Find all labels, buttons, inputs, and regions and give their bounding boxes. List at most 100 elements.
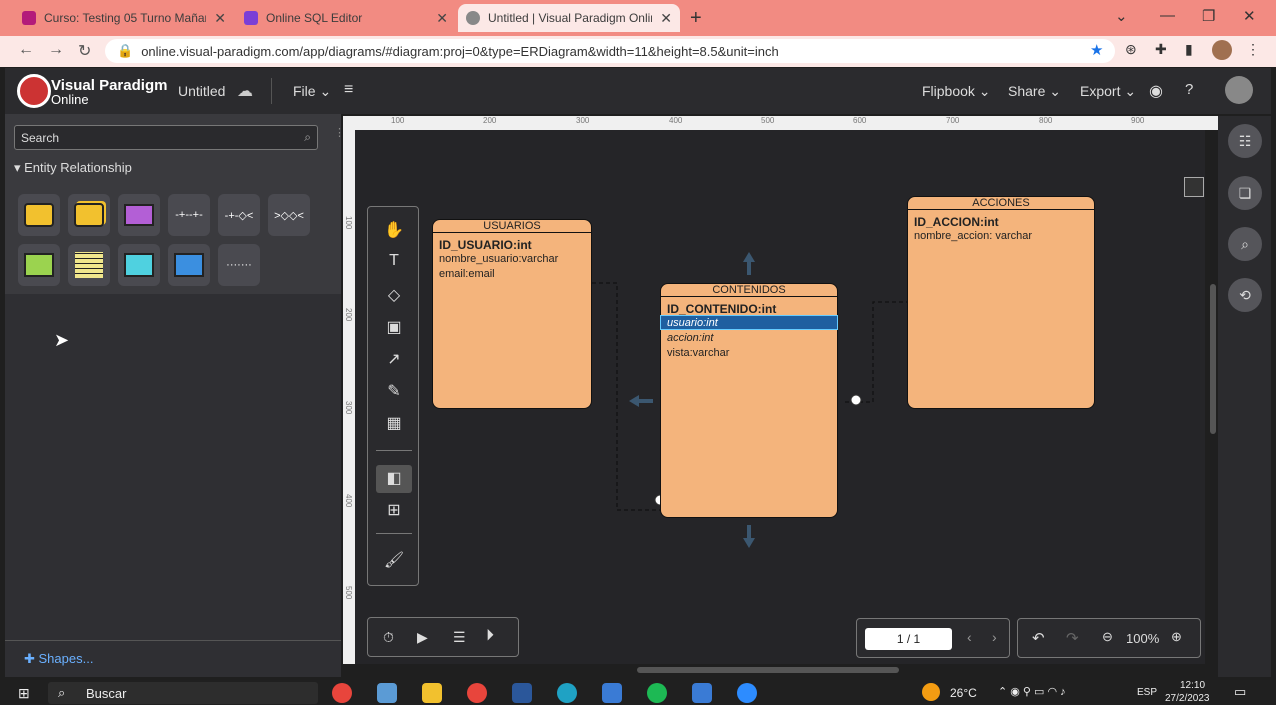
cyan-table-shape[interactable] <box>118 244 160 286</box>
edge-icon[interactable] <box>557 683 577 703</box>
chrome-active-icon[interactable] <box>467 683 487 703</box>
minimize-icon[interactable]: — <box>1160 7 1175 24</box>
hand-icon[interactable]: ✋ <box>382 220 406 242</box>
video-icon[interactable]: ▶ <box>417 629 428 646</box>
reload-icon[interactable]: ↻ <box>78 41 91 61</box>
notifications-icon[interactable]: ▭ <box>1234 684 1246 700</box>
photos-icon[interactable] <box>602 683 622 703</box>
shapes-tool-icon[interactable]: ◇ <box>382 285 406 307</box>
search-icon[interactable]: ⌕ <box>1228 227 1262 261</box>
user-avatar[interactable] <box>1225 76 1253 104</box>
entity-pk-row[interactable]: ID_USUARIO:int <box>439 238 532 252</box>
extension-icon[interactable]: ⊛ <box>1125 41 1137 58</box>
windows-start-icon[interactable]: ⊞ <box>18 685 30 702</box>
language-indicator[interactable]: ESP <box>1137 687 1157 698</box>
connector-handle[interactable] <box>850 394 862 406</box>
page-input[interactable]: 1 / 1 <box>865 628 952 650</box>
presentation-icon[interactable]: ⏵ <box>486 627 494 645</box>
taskbar-search[interactable]: ⌕ Buscar <box>48 682 318 704</box>
entity-pk-row[interactable]: ID_CONTENIDO:int <box>667 302 776 316</box>
connector-contenidos-acciones[interactable] <box>845 301 907 403</box>
new-tab-icon[interactable]: + <box>690 7 702 30</box>
close-icon[interactable]: ✕ <box>436 10 448 27</box>
tray-icons[interactable]: ⌃ ◉ ⚲ ▭ ◠ ♪ <box>998 685 1066 698</box>
arrow-down-icon[interactable] <box>743 525 755 548</box>
relation-one-many-shape[interactable]: -+-◇< <box>218 194 260 236</box>
comment-icon[interactable]: ☰ <box>453 629 466 646</box>
settings-sliders-icon[interactable]: ☷ <box>1228 124 1262 158</box>
entity-acciones[interactable]: ACCIONES ID_ACCION:int nombre_accion: va… <box>907 196 1095 409</box>
export-menu[interactable]: Export ⌄ <box>1080 83 1136 100</box>
table-icon[interactable]: ▦ <box>382 413 406 435</box>
entity-row[interactable]: nombre_accion: varchar <box>914 230 1032 242</box>
entity-contenidos[interactable]: CONTENIDOS ID_CONTENIDO:int usuario:int … <box>660 283 838 518</box>
spotify-icon[interactable] <box>647 683 667 703</box>
relation-one-shape[interactable]: -+--+- <box>168 194 210 236</box>
pen-icon[interactable]: ✎ <box>382 381 406 403</box>
blue-doc-shape[interactable] <box>168 244 210 286</box>
word-icon[interactable] <box>512 683 532 703</box>
entity-shape[interactable] <box>18 194 60 236</box>
entity-pk-row[interactable]: ID_ACCION:int <box>914 215 999 229</box>
kebab-menu-icon[interactable]: ⋮ <box>1246 41 1260 58</box>
entity-row-selected[interactable]: usuario:int <box>667 317 718 329</box>
entity-row[interactable]: nombre_usuario:varchar <box>439 253 558 265</box>
search-input[interactable]: Search ⌕ <box>14 125 318 150</box>
add-shape-icon[interactable]: ⊞ <box>382 500 406 522</box>
text-tool-icon[interactable]: T <box>382 252 406 274</box>
vertical-scrollbar[interactable] <box>1210 284 1216 434</box>
horizontal-scrollbar[interactable] <box>637 667 899 673</box>
undo-icon[interactable]: ↶ <box>1032 629 1045 647</box>
entity-row[interactable]: accion:int <box>667 332 713 344</box>
weather-temp[interactable]: 26°C <box>950 686 977 700</box>
dotted-line-shape[interactable]: ······· <box>218 244 260 286</box>
tab-curso[interactable]: Curso: Testing 05 Turno Mañana ✕ <box>14 4 234 32</box>
image-icon[interactable]: ▣ <box>382 317 406 339</box>
chrome-icon[interactable] <box>332 683 352 703</box>
zoom-out-icon[interactable]: ⊖ <box>1102 629 1113 645</box>
puzzle-icon[interactable]: ✚ <box>1155 41 1167 58</box>
entity-usuarios[interactable]: USUARIOS ID_USUARIO:int nombre_usuario:v… <box>432 219 592 409</box>
section-entity-relationship[interactable]: ▾ Entity Relationship <box>14 160 132 176</box>
entity-stacked-shape[interactable] <box>68 194 110 236</box>
entity-row[interactable]: vista:varchar <box>667 347 729 359</box>
green-table-shape[interactable] <box>18 244 60 286</box>
share-menu[interactable]: Share ⌄ <box>1008 83 1061 100</box>
relation-many-shape[interactable]: >◇◇< <box>268 194 310 236</box>
tab-visual-paradigm[interactable]: Untitled | Visual Paradigm Online ✕ <box>458 4 680 32</box>
store-icon[interactable] <box>692 683 712 703</box>
entity-row[interactable]: email:email <box>439 268 495 280</box>
prev-page-icon[interactable]: ‹ <box>967 629 972 645</box>
arrow-up-icon[interactable] <box>743 252 755 275</box>
clock-date[interactable]: 27/2/2023 <box>1165 693 1210 704</box>
tab-sql-editor[interactable]: Online SQL Editor ✕ <box>236 4 456 32</box>
bookmark-star-icon[interactable]: ★ <box>1090 41 1103 59</box>
url-field[interactable]: 🔒 online.visual-paradigm.com/app/diagram… <box>105 39 1115 63</box>
layers-icon[interactable]: ❏ <box>1228 176 1262 210</box>
chevron-down-icon[interactable]: ⌄ <box>1115 7 1128 25</box>
note-shape[interactable] <box>118 194 160 236</box>
calculator-icon[interactable] <box>377 683 397 703</box>
close-window-icon[interactable]: ✕ <box>1243 7 1256 25</box>
back-icon[interactable]: ← <box>18 41 34 59</box>
forward-icon[interactable]: → <box>48 41 64 59</box>
arrow-tool-icon[interactable]: ↗ <box>382 349 406 371</box>
connector-usuarios-contenidos[interactable] <box>592 282 660 511</box>
format-painter-icon[interactable]: 🖌 <box>382 550 406 572</box>
arrow-left-icon[interactable] <box>629 395 653 407</box>
history-icon[interactable]: ⟲ <box>1228 278 1262 312</box>
file-explorer-icon[interactable] <box>422 683 442 703</box>
visual-paradigm-logo[interactable] <box>17 74 51 108</box>
search-icon[interactable]: ⌕ <box>304 130 311 145</box>
close-icon[interactable]: ✕ <box>660 10 672 27</box>
document-title[interactable]: Untitled <box>178 83 225 99</box>
sidepanel-icon[interactable]: ▮ <box>1185 41 1193 58</box>
next-page-icon[interactable]: › <box>992 629 997 645</box>
close-icon[interactable]: ✕ <box>214 10 226 27</box>
redo-icon[interactable]: ↷ <box>1066 629 1079 647</box>
shapes-link[interactable]: ✚ Shapes... <box>24 651 93 667</box>
file-menu[interactable]: File ⌄ <box>293 83 331 100</box>
zoom-app-icon[interactable] <box>737 683 757 703</box>
zoom-level[interactable]: 100% <box>1126 631 1159 646</box>
profile-avatar[interactable] <box>1212 40 1232 60</box>
